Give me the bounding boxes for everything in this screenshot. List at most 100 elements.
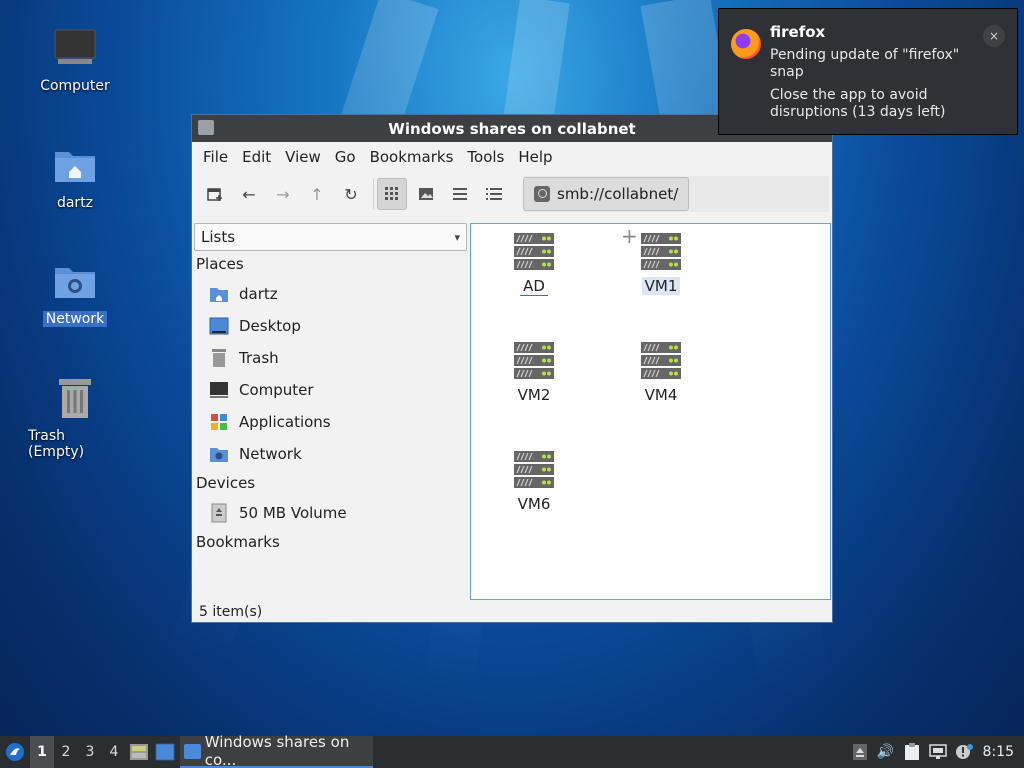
monitor-icon bbox=[51, 24, 99, 72]
window-title: Windows shares on collabnet bbox=[388, 119, 636, 138]
desktop-icon-trash[interactable]: Trash (Empty) bbox=[25, 374, 125, 460]
home-folder-icon bbox=[51, 141, 99, 189]
side-pane-mode-value: Lists bbox=[201, 228, 236, 246]
place-label: Computer bbox=[239, 381, 314, 399]
server-icon bbox=[514, 342, 554, 379]
place-label: Network bbox=[239, 445, 302, 463]
forward-button[interactable]: → bbox=[268, 178, 298, 210]
show-desktop-button[interactable] bbox=[152, 736, 178, 768]
desktop-icon-home[interactable]: dartz bbox=[25, 141, 125, 211]
folder-icon bbox=[184, 743, 201, 759]
desktop-icon bbox=[155, 743, 175, 761]
file-label: VM4 bbox=[644, 386, 678, 404]
place-network[interactable]: Network bbox=[193, 438, 468, 470]
detailed-view-button[interactable] bbox=[479, 178, 509, 210]
notification-line-1: Pending update of "firefox" snap bbox=[770, 47, 960, 80]
new-tab-button[interactable] bbox=[200, 178, 230, 210]
place-label: dartz bbox=[239, 285, 278, 303]
arrow-up-icon: ↑ bbox=[310, 184, 324, 204]
volume-icon[interactable]: 🔊 bbox=[873, 744, 899, 760]
close-icon[interactable]: × bbox=[983, 25, 1005, 47]
status-bar: 5 item(s) bbox=[199, 604, 263, 620]
desktop-icon-network[interactable]: Network bbox=[25, 257, 125, 327]
menubar: File Edit View Go Bookmarks Tools Help bbox=[192, 142, 832, 172]
network-share-icon bbox=[534, 186, 550, 202]
task-file-manager[interactable]: Windows shares on co... bbox=[180, 733, 373, 768]
notification-app-name: firefox bbox=[770, 23, 826, 41]
place-desktop[interactable]: Desktop bbox=[193, 310, 468, 342]
lubuntu-logo-icon bbox=[6, 743, 24, 761]
network-folder-icon bbox=[51, 257, 99, 305]
drive-icon bbox=[209, 503, 229, 523]
workspace-2[interactable]: 2 bbox=[54, 736, 78, 768]
start-menu-button[interactable] bbox=[0, 736, 30, 768]
place-label: Desktop bbox=[239, 317, 301, 335]
side-pane: Lists ▾ Places dartz Desktop Trash Compu… bbox=[193, 223, 468, 603]
place-dartz[interactable]: dartz bbox=[193, 278, 468, 310]
file-item-ad[interactable]: AD bbox=[484, 232, 584, 296]
file-item-vm6[interactable]: VM6 bbox=[484, 450, 584, 513]
place-label: Trash bbox=[239, 349, 279, 367]
eject-icon[interactable] bbox=[847, 744, 873, 760]
notification-body: Pending update of "firefox" snap Close t… bbox=[770, 47, 990, 127]
file-label: VM1 bbox=[641, 277, 681, 295]
menu-edit[interactable]: Edit bbox=[235, 148, 278, 166]
firefox-icon bbox=[731, 29, 761, 59]
task-label: Windows shares on co... bbox=[204, 733, 350, 768]
file-label: VM2 bbox=[517, 386, 551, 404]
arrow-left-icon: ← bbox=[242, 184, 256, 204]
menu-go[interactable]: Go bbox=[328, 148, 363, 166]
menu-view[interactable]: View bbox=[278, 148, 328, 166]
workspace-1[interactable]: 1 bbox=[30, 736, 54, 768]
clipboard-icon[interactable] bbox=[899, 743, 925, 761]
network-folder-icon bbox=[209, 444, 229, 464]
compact-view-button[interactable] bbox=[445, 178, 475, 210]
server-icon bbox=[641, 342, 681, 379]
file-cabinet-icon bbox=[130, 744, 148, 760]
place-trash[interactable]: Trash bbox=[193, 342, 468, 374]
path-button-collabnet[interactable]: smb://collabnet/ bbox=[523, 177, 690, 211]
new-tab-icon bbox=[207, 188, 222, 201]
monitor-icon bbox=[209, 380, 229, 400]
grid-icon bbox=[385, 187, 398, 200]
file-label: AD bbox=[520, 277, 548, 296]
home-folder-icon bbox=[209, 284, 229, 304]
menu-file[interactable]: File bbox=[196, 148, 235, 166]
file-item-vm4[interactable]: VM4 bbox=[611, 341, 711, 404]
system-tray: 🔊 8:15 bbox=[847, 736, 1024, 768]
desktop-icon-label: dartz bbox=[56, 195, 94, 211]
place-label: Applications bbox=[239, 413, 331, 431]
arrow-right-icon: → bbox=[276, 184, 290, 204]
menu-tools[interactable]: Tools bbox=[460, 148, 511, 166]
toolbar: ← → ↑ ↻ smb://collabnet/ bbox=[192, 172, 832, 216]
workspace-3[interactable]: 3 bbox=[78, 736, 102, 768]
notification-line-2: Close the app to avoid disruptions (13 d… bbox=[770, 87, 946, 120]
clock[interactable]: 8:15 bbox=[977, 744, 1024, 760]
icon-view-button[interactable] bbox=[377, 178, 407, 210]
update-notifier-icon[interactable] bbox=[951, 744, 977, 760]
file-item-vm2[interactable]: VM2 bbox=[484, 341, 584, 404]
chevron-down-icon: ▾ bbox=[454, 230, 460, 244]
place-computer[interactable]: Computer bbox=[193, 374, 468, 406]
device-50mb-volume[interactable]: 50 MB Volume bbox=[193, 497, 468, 529]
thumbnail-view-button[interactable] bbox=[411, 178, 441, 210]
side-pane-mode-select[interactable]: Lists ▾ bbox=[194, 223, 467, 251]
file-view[interactable]: + AD VM1 VM2 VM4 VM6 bbox=[470, 223, 831, 600]
place-applications[interactable]: Applications bbox=[193, 406, 468, 438]
notification-popup[interactable]: firefox Pending update of "firefox" snap… bbox=[718, 8, 1018, 135]
image-icon bbox=[419, 188, 433, 200]
applications-icon bbox=[209, 412, 229, 432]
desktop-icon-computer[interactable]: Computer bbox=[25, 24, 125, 94]
file-item-vm1[interactable]: VM1 bbox=[611, 232, 711, 295]
section-places: Places bbox=[196, 255, 244, 273]
menu-bookmarks[interactable]: Bookmarks bbox=[363, 148, 461, 166]
taskbar: 1 2 3 4 Windows shares on co... 🔊 8:15 bbox=[0, 733, 1024, 768]
file-manager-launcher[interactable] bbox=[126, 736, 152, 768]
menu-help[interactable]: Help bbox=[511, 148, 559, 166]
network-wired-icon[interactable] bbox=[925, 744, 951, 760]
window-folder-icon bbox=[198, 120, 214, 135]
up-button[interactable]: ↑ bbox=[302, 178, 332, 210]
back-button[interactable]: ← bbox=[234, 178, 264, 210]
reload-button[interactable]: ↻ bbox=[336, 178, 366, 210]
workspace-4[interactable]: 4 bbox=[102, 736, 126, 768]
